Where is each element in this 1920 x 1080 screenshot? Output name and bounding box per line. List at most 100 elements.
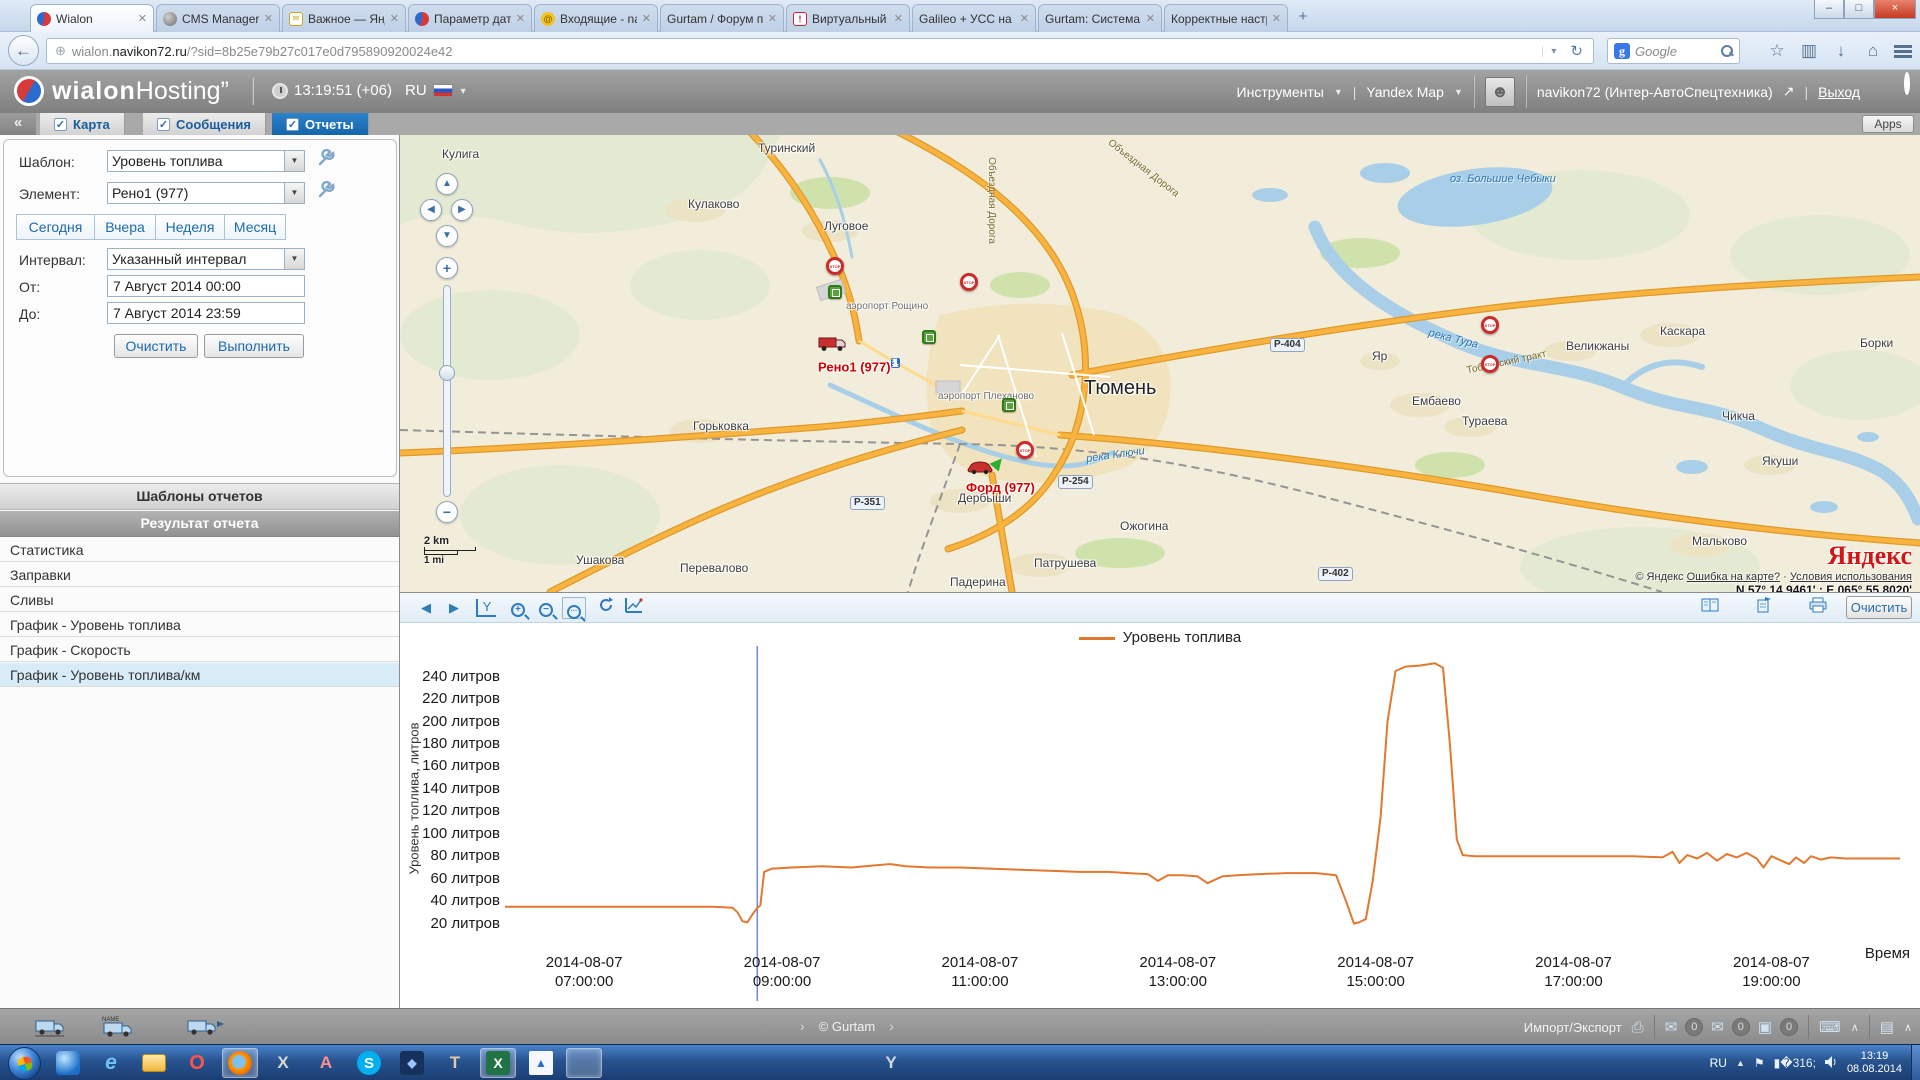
unit-select-arrow[interactable]: ▼ (285, 182, 305, 204)
tab-close-icon[interactable]: ✕ (642, 12, 651, 25)
tab-close-icon[interactable]: ✕ (390, 12, 399, 25)
period-week-button[interactable]: Неделя (155, 214, 225, 240)
report-item-3[interactable]: График - Уровень топлива (0, 613, 399, 637)
geofence-marker-0[interactable] (828, 285, 842, 299)
tab-close-icon[interactable]: ✕ (894, 12, 903, 25)
keyboard-icon[interactable]: ⌨ (1819, 1018, 1841, 1036)
media-counter-icon[interactable]: ▣ (1758, 1018, 1772, 1036)
pan-down-button[interactable]: ▼ (436, 225, 458, 247)
tray-expand-icon[interactable]: ▲ (1736, 1058, 1745, 1068)
period-today-button[interactable]: Сегодня (16, 214, 95, 240)
browser-tab-8[interactable]: Gurtam: Система м...✕ (1038, 4, 1162, 32)
stop-marker-1[interactable]: STOP (960, 273, 978, 291)
tab-close-icon[interactable]: ✕ (138, 12, 147, 25)
show-units-icon[interactable] (34, 1015, 68, 1042)
expand-right-icon[interactable]: › (889, 1018, 894, 1034)
tab-close-icon[interactable]: ✕ (516, 12, 525, 25)
taskbar-build-tool[interactable]: T (437, 1048, 473, 1078)
report-item-1[interactable]: Заправки (0, 563, 399, 587)
report-item-5[interactable]: График - Уровень топлива/км (0, 663, 399, 687)
taskbar-wrench-tool[interactable]: Y (566, 1048, 602, 1078)
taskbar-skype[interactable]: S (351, 1048, 387, 1078)
template-wrench-icon[interactable] (316, 148, 338, 170)
language-switcher[interactable]: RU ▼ (405, 82, 468, 99)
execute-button[interactable]: Выполнить (204, 334, 304, 358)
taskbar-photo-viewer[interactable]: ▲ (523, 1048, 559, 1078)
template-select[interactable]: Уровень топлива (107, 150, 285, 172)
clipboard-icon[interactable]: ▥ (1798, 41, 1820, 61)
zoom-slider-handle[interactable] (439, 365, 455, 381)
browser-tab-2[interactable]: ✉Важное — Яндекс....✕ (282, 4, 406, 32)
taskbar-access-app[interactable]: A (308, 1048, 344, 1078)
result-section-header[interactable]: Результат отчета (0, 511, 399, 537)
from-input[interactable]: 7 Август 2014 00:00 (107, 275, 305, 297)
browser-tab-1[interactable]: CMS Manager✕ (156, 4, 280, 32)
tray-flag-icon[interactable]: ⚑ (1754, 1056, 1765, 1070)
external-link-icon[interactable]: ↗ (1783, 83, 1795, 100)
tray-network-icon[interactable]: ▮�316; (1774, 1056, 1816, 1070)
taskbar-excel[interactable]: X (480, 1048, 516, 1078)
follow-units-icon[interactable] (186, 1015, 226, 1042)
messages-counter-icon[interactable]: ✉ (1711, 1018, 1724, 1036)
taskbar-opera-browser[interactable]: O (179, 1048, 215, 1078)
templates-section-header[interactable]: Шаблоны отчетов (0, 483, 399, 510)
tab-messages[interactable]: ✓ Сообщения (143, 113, 266, 135)
pan-left-button[interactable]: ◀ (420, 199, 442, 221)
stop-marker-0[interactable]: STOP (826, 257, 844, 275)
logout-link[interactable]: Выход (1818, 84, 1860, 100)
unit-marker-car[interactable]: Форд (977) (966, 461, 1035, 495)
checkbox-map[interactable]: ✓ (54, 118, 67, 131)
taskbar-network-globe[interactable] (50, 1048, 86, 1078)
checkbox-messages[interactable]: ✓ (157, 118, 170, 131)
stop-marker-4[interactable]: STOP (1016, 441, 1034, 459)
zoom-slider-track[interactable] (443, 285, 451, 497)
import-export-label[interactable]: Импорт/Экспорт (1524, 1020, 1622, 1035)
pan-up-button[interactable]: ▲ (436, 173, 458, 195)
report-item-4[interactable]: График - Скорость (0, 638, 399, 662)
browser-tab-7[interactable]: Galileo + УСС на за...✕ (912, 4, 1036, 32)
zoom-in-button[interactable]: + (436, 257, 458, 279)
download-icon[interactable]: ↓ (1830, 41, 1852, 61)
unit-marker-truck[interactable]: Рено1 (977)1 (818, 335, 900, 374)
user-settings-icon[interactable]: ☻ (1485, 77, 1515, 107)
taskbar-internet-explorer[interactable]: e (93, 1048, 129, 1078)
browser-tab-9[interactable]: Корректные настр...✕ (1164, 4, 1288, 32)
collapse-keyboard-icon[interactable]: ∧ (1851, 1021, 1859, 1034)
stop-marker-2[interactable]: STOP (1481, 316, 1499, 334)
collapse-sidebar-button[interactable]: « (0, 113, 36, 135)
pan-right-button[interactable]: ▶ (451, 199, 473, 221)
report-item-0[interactable]: Статистика (0, 538, 399, 562)
volume-icon[interactable] (1825, 1056, 1838, 1071)
log-book-icon[interactable]: ▤ (1880, 1018, 1894, 1036)
back-button[interactable]: ← (8, 35, 39, 66)
search-icon[interactable] (1721, 45, 1733, 57)
notifications-counter-icon[interactable]: ✉ (1665, 1018, 1678, 1036)
map-terms-link[interactable]: Условия использования (1790, 571, 1912, 583)
url-dropdown-icon[interactable]: ▾ (1542, 46, 1564, 57)
import-export-icon[interactable]: ⎙ (1632, 1019, 1644, 1036)
period-month-button[interactable]: Месяц (224, 214, 286, 240)
taskbar-windows-explorer[interactable] (136, 1048, 172, 1078)
tab-close-icon[interactable]: ✕ (768, 12, 777, 25)
map-error-link[interactable]: Ошибка на карте? (1687, 571, 1781, 583)
keyboard-layout[interactable]: RU (1710, 1056, 1727, 1070)
menu-icon[interactable] (1894, 45, 1912, 58)
checkbox-reports[interactable]: ✓ (286, 118, 299, 131)
browser-tab-3[interactable]: Параметр датчика ...✕ (408, 4, 532, 32)
tab-close-icon[interactable]: ✕ (264, 12, 273, 25)
search-input[interactable]: g Google (1607, 38, 1740, 64)
map-source-menu[interactable]: Yandex Map (1366, 84, 1444, 100)
report-item-2[interactable]: Сливы (0, 588, 399, 612)
tools-menu[interactable]: Инструменты (1237, 84, 1324, 100)
stop-marker-3[interactable]: STOP (1481, 355, 1499, 373)
interval-select-arrow[interactable]: ▼ (285, 248, 305, 270)
minimize-button[interactable]: – (1814, 0, 1844, 19)
yandex-logo[interactable]: Яндекс (1635, 541, 1912, 571)
geofence-marker-1[interactable] (922, 330, 936, 344)
taskbar-media-app[interactable]: ◆ (394, 1048, 430, 1078)
tab-close-icon[interactable]: ✕ (1020, 12, 1029, 25)
refresh-icon[interactable]: ↻ (1564, 42, 1589, 60)
show-unit-names-icon[interactable]: NAME (100, 1015, 140, 1044)
browser-tab-4[interactable]: @Входящие - naviko...✕ (534, 4, 658, 32)
clear-button[interactable]: Очистить (114, 334, 198, 358)
